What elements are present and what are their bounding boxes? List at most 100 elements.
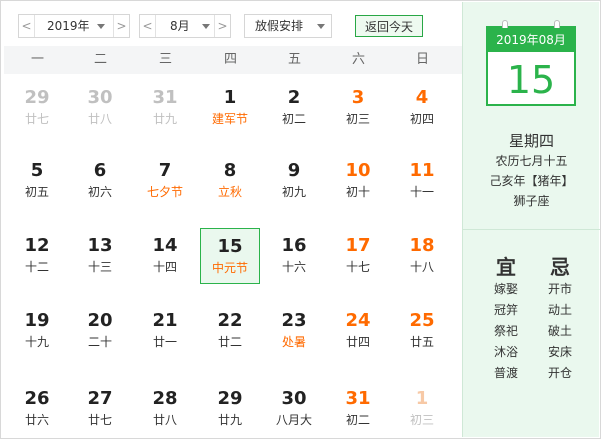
ji-item: 安床 [547,345,572,359]
date-cell[interactable]: 25 廿五 [392,303,452,359]
ji-item: 开仓 [547,366,572,380]
date-number: 11 [409,160,435,181]
prev-month-icon[interactable]: < [140,15,156,37]
date-cell[interactable]: 29 廿七 [7,80,67,136]
lunar-label: 初三 [345,112,370,126]
lunar-label: 初十 [345,185,370,199]
back-to-today-button[interactable]: 返回今天 [355,15,423,37]
lunar-label: 廿八 [152,413,177,427]
date-number: 6 [93,160,107,181]
month-value: 8月 [170,19,190,33]
date-cell[interactable]: 29 廿九 [200,381,260,437]
weekday-label: 六 [351,52,365,67]
ji-title: 忌 [550,255,570,279]
month-select[interactable]: < 8月 > [139,14,231,38]
ji-item: 动土 [547,303,572,317]
date-cell[interactable]: 27 廿七 [70,381,130,437]
lunar-label: 廿四 [345,335,370,349]
lunar-label: 廿六 [24,413,49,427]
year-value: 2019年 [47,19,90,33]
date-cell[interactable]: 19 十九 [7,303,67,359]
date-cell[interactable]: 30 廿八 [70,80,130,136]
lunar-label: 初四 [409,112,434,126]
date-number: 2 [287,87,301,108]
date-cell[interactable]: 22 廿二 [200,303,260,359]
weekday-label: 三 [158,52,172,67]
date-cell[interactable]: 31 初二 [328,381,388,437]
next-year-icon[interactable]: > [113,15,129,37]
date-number: 19 [24,310,50,331]
date-cell[interactable]: 4 初四 [392,80,452,136]
date-cell[interactable]: 28 廿八 [135,381,195,437]
date-cell[interactable]: 2 初二 [264,80,324,136]
date-number: 9 [287,160,301,181]
date-number: 20 [87,310,113,331]
date-cell[interactable]: 20 二十 [70,303,130,359]
date-cell[interactable]: 12 十二 [7,228,67,284]
date-number: 25 [409,310,435,331]
year-select[interactable]: < 2019年 > [18,14,130,38]
date-cell[interactable]: 10 初十 [328,153,388,209]
date-number: 22 [217,310,243,331]
date-cell[interactable]: 18 十八 [392,228,452,284]
weekday-label: 一 [30,52,44,67]
lunar-label: 十三 [87,260,112,274]
date-cell[interactable]: 15 中元节 [200,228,260,284]
date-number: 18 [409,235,435,256]
chevron-down-icon [202,24,210,29]
date-number: 8 [223,160,237,181]
lunar-label: 廿九 [217,413,242,427]
lunar-label: 廿一 [152,335,177,349]
date-cell[interactable]: 14 十四 [135,228,195,284]
lunar-label: 廿七 [24,112,49,126]
lunar-label: 初九 [281,185,306,199]
date-cell[interactable]: 9 初九 [264,153,324,209]
day-detail-panel: 2019年08月 15 星期四 农历七月十五 己亥年【猪年】 狮子座 宜 忌 嫁… [462,2,600,437]
date-cell[interactable]: 24 廿四 [328,303,388,359]
date-cell[interactable]: 5 初五 [7,153,67,209]
date-cell[interactable]: 26 廿六 [7,381,67,437]
date-number: 15 [217,236,243,257]
date-number: 14 [152,235,178,256]
date-number: 30 [281,388,307,409]
weekday-label: 日 [415,52,429,67]
holiday-select[interactable]: 放假安排 [244,14,332,38]
next-month-icon[interactable]: > [214,15,230,37]
lunar-label: 廿七 [87,413,112,427]
yi-item: 嫁娶 [493,282,518,296]
date-cell[interactable]: 1 建军节 [200,80,260,136]
chevron-down-icon [97,24,105,29]
date-cell[interactable]: 1 初三 [392,381,452,437]
date-cell[interactable]: 23 处暑 [264,303,324,359]
yi-item: 祭祀 [493,324,518,338]
yi-title: 宜 [496,255,516,279]
lunar-label: 初三 [409,413,434,427]
date-cell[interactable]: 11 十一 [392,153,452,209]
lunar-label: 处暑 [281,335,306,349]
date-cell[interactable]: 3 初三 [328,80,388,136]
ji-item: 破土 [547,324,572,338]
yi-item: 普渡 [493,366,518,380]
date-cell[interactable]: 17 十七 [328,228,388,284]
weekday-label: 五 [287,52,301,67]
date-number: 1 [223,87,237,108]
date-cell[interactable]: 30 八月大 [264,381,324,437]
yi-list: 嫁娶 冠笄 祭祀 沐浴 普渡 [481,279,531,384]
selected-day-number: 15 [506,58,556,102]
date-number: 27 [87,388,113,409]
lunar-label: 廿九 [152,112,177,126]
date-cell[interactable]: 21 廿一 [135,303,195,359]
date-cell[interactable]: 13 十三 [70,228,130,284]
date-number: 31 [345,388,371,409]
date-cell[interactable]: 16 十六 [264,228,324,284]
lunar-label: 十二 [24,260,49,274]
date-cell[interactable]: 8 立秋 [200,153,260,209]
date-cell[interactable]: 31 廿九 [135,80,195,136]
date-number: 17 [345,235,371,256]
weekday-header: 一二三四五六日 [4,46,462,74]
date-cell[interactable]: 6 初六 [70,153,130,209]
date-number: 26 [24,388,50,409]
prev-year-icon[interactable]: < [19,15,35,37]
lunar-label: 廿八 [87,112,112,126]
date-cell[interactable]: 7 七夕节 [135,153,195,209]
